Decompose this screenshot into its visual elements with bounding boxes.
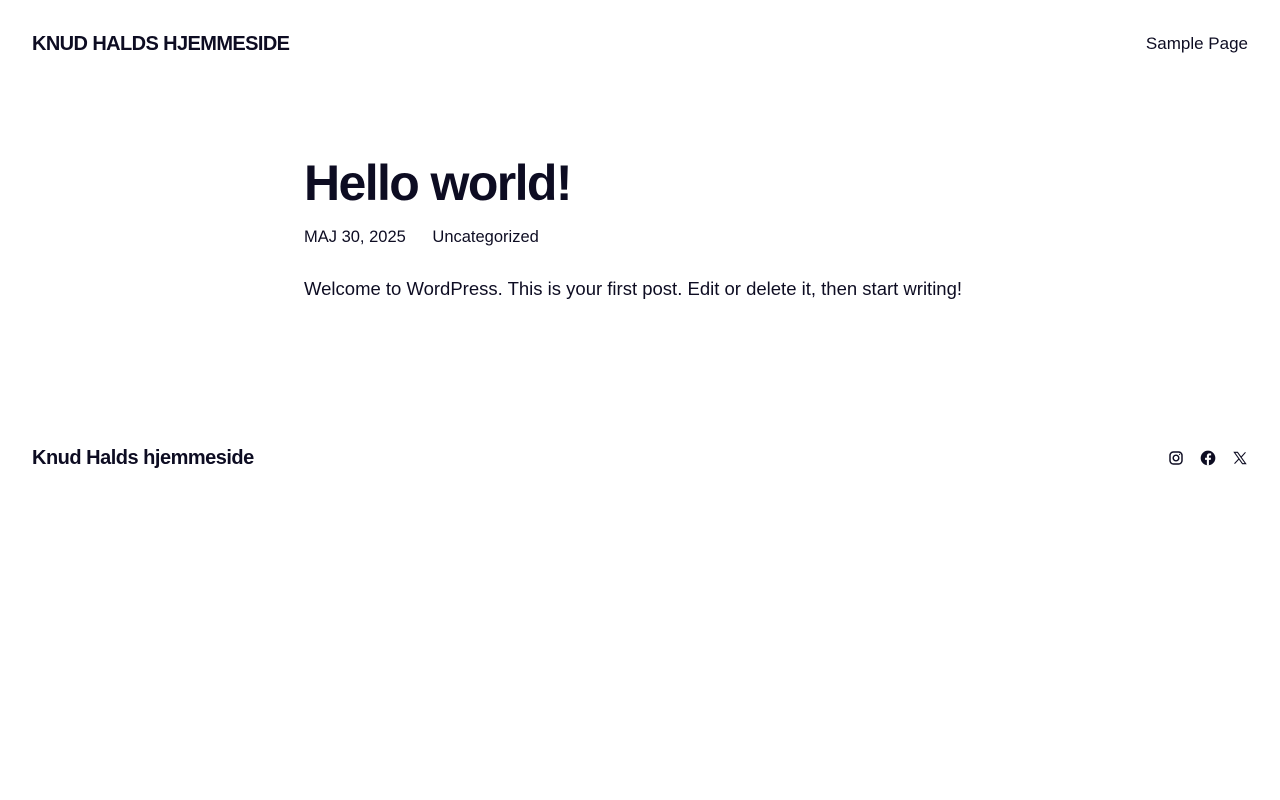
post: Hello world! MAJ 30, 2025 Uncategorized … bbox=[304, 150, 984, 321]
footer-site-title-link[interactable]: Knud Halds hjemmeside bbox=[32, 445, 254, 471]
site-header: KNUD HALDS HJEMMESIDE Sample Page bbox=[0, 0, 1280, 88]
primary-navigation: Sample Page bbox=[1146, 34, 1248, 54]
social-links bbox=[1168, 450, 1248, 466]
instagram-icon[interactable] bbox=[1168, 450, 1184, 466]
nav-item-sample-page[interactable]: Sample Page bbox=[1146, 34, 1248, 53]
post-meta: MAJ 30, 2025 Uncategorized bbox=[304, 226, 984, 248]
x-icon[interactable] bbox=[1232, 450, 1248, 466]
post-title: Hello world! bbox=[304, 155, 573, 211]
site-footer: Knud Halds hjemmeside bbox=[0, 440, 1280, 480]
post-category-link[interactable]: Uncategorized bbox=[432, 226, 538, 248]
post-content: Welcome to WordPress. This is your first… bbox=[304, 278, 963, 299]
facebook-icon[interactable] bbox=[1200, 450, 1216, 466]
site-title-link[interactable]: KNUD HALDS HJEMMESIDE bbox=[32, 31, 290, 57]
post-date: MAJ 30, 2025 bbox=[304, 228, 406, 246]
